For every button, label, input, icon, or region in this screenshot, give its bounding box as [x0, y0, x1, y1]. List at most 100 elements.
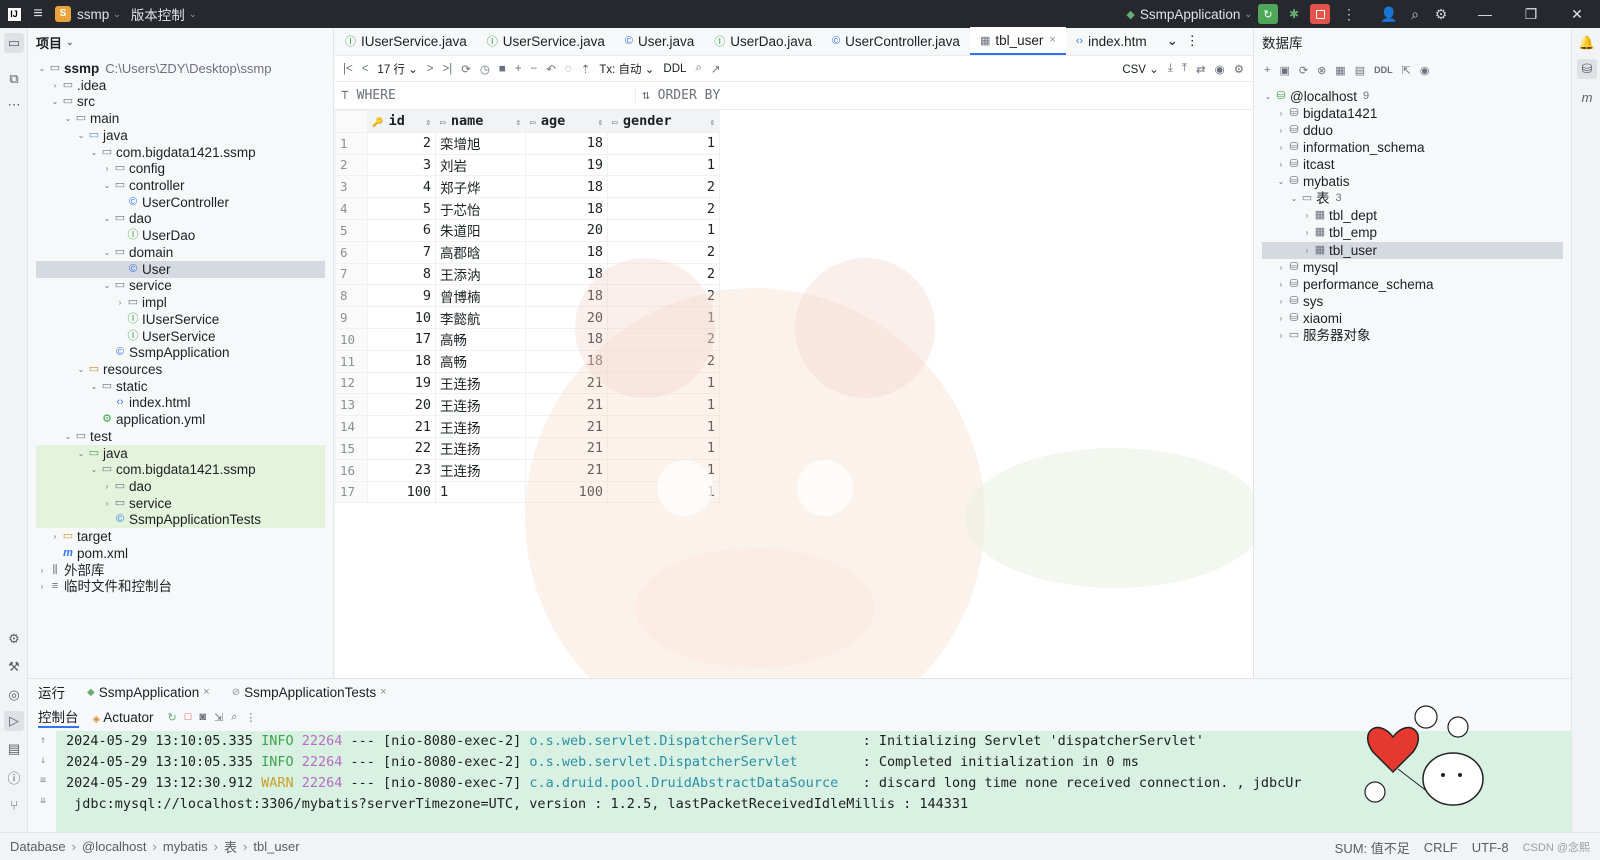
cell-id[interactable]: 17 — [367, 327, 436, 351]
table-row[interactable]: 3 4 郑子烨 18 2 — [335, 175, 720, 199]
cell-id[interactable]: 7 — [367, 240, 436, 264]
tree-node[interactable]: ⌄ ▭ com.bigdata1421.ssmp — [36, 461, 325, 479]
cell-age[interactable]: 18 — [525, 262, 608, 286]
cell-age[interactable]: 21 — [525, 458, 608, 482]
build-tool-icon[interactable]: ⚒ — [4, 657, 24, 677]
vcs-menu[interactable]: 版本控制 ⌄ — [131, 4, 197, 24]
database-tool-icon[interactable]: ⛁ — [1577, 59, 1597, 79]
cell-id[interactable]: 6 — [367, 218, 436, 242]
run-tab-ssmp-application-tests[interactable]: ⊘ SsmpApplicationTests × — [232, 685, 387, 700]
submit-icon[interactable]: ⇡ — [581, 62, 591, 76]
chevron-icon[interactable]: › — [1301, 242, 1313, 259]
table-row[interactable]: 1 2 栾增旭 18 1 — [335, 131, 720, 155]
chevron-icon[interactable]: ⌄ — [88, 378, 100, 395]
cell-name[interactable]: 朱道阳 — [435, 218, 526, 242]
editor-tab[interactable]: Ⓘ UserService.java — [477, 27, 615, 55]
cell-age[interactable]: 21 — [525, 415, 608, 438]
db-tree-node[interactable]: › ⛁ itcast — [1262, 156, 1563, 173]
table-row[interactable]: 12 19 王连扬 21 1 — [335, 371, 720, 395]
tree-node[interactable]: ⌄ ▭ service — [36, 277, 325, 294]
cell-gender[interactable]: 1 — [607, 436, 720, 460]
cell-id[interactable]: 9 — [367, 284, 436, 308]
db-tree-node[interactable]: › ▦ tbl_user — [1262, 241, 1563, 259]
db-view-icon[interactable]: ◉ — [1420, 64, 1430, 77]
cell-gender[interactable]: 1 — [607, 393, 720, 417]
close-icon[interactable]: × — [203, 686, 209, 698]
cell-gender[interactable]: 1 — [607, 218, 720, 242]
db-tree-node[interactable]: › ▭ 服务器对象 — [1262, 327, 1563, 344]
view-icon[interactable]: ◉ — [1215, 62, 1225, 76]
breadcrumb-item[interactable]: Database — [10, 839, 66, 854]
debug-button[interactable]: ✱ — [1284, 4, 1304, 24]
editor-tab[interactable]: Ⓘ UserDao.java — [704, 27, 822, 55]
table-row[interactable]: 10 17 高畅 18 2 — [335, 327, 720, 351]
cell-age[interactable]: 18 — [525, 197, 608, 220]
breadcrumb-item[interactable]: @localhost — [82, 839, 147, 854]
chevron-icon[interactable]: ⌄ — [62, 428, 74, 445]
chevron-icon[interactable]: › — [101, 160, 113, 177]
chevron-icon[interactable]: › — [49, 77, 61, 94]
cell-id[interactable]: 4 — [367, 175, 436, 199]
table-row[interactable]: 2 3 刘岩 19 1 — [335, 153, 720, 177]
tree-node[interactable]: ⌄ ▭ com.bigdata1421.ssmp — [36, 144, 325, 161]
console-tab[interactable]: 控制台 — [38, 706, 79, 728]
db-tree-node[interactable]: ⌄ ⛁ @localhost 9 — [1262, 88, 1563, 105]
db-tree-node[interactable]: › ⛁ bigdata1421 — [1262, 105, 1563, 122]
db-tree-node[interactable]: › ⛁ performance_schema — [1262, 276, 1563, 293]
cell-age[interactable]: 18 — [525, 131, 608, 155]
cell-name[interactable]: 王连扬 — [435, 458, 526, 482]
stop-button[interactable] — [1310, 4, 1330, 24]
restore-layout-icon[interactable]: ⇲ — [214, 711, 223, 724]
db-tree-node[interactable]: › ⛁ dduo — [1262, 122, 1563, 139]
tree-node[interactable]: © SsmpApplicationTests — [36, 511, 325, 529]
cell-age[interactable]: 20 — [525, 218, 608, 242]
chevron-icon[interactable]: › — [1275, 310, 1287, 327]
chart-icon[interactable]: ↗ — [711, 62, 721, 76]
cell-name[interactable]: 李懿航 — [435, 306, 526, 329]
tree-node[interactable]: › ▭ service — [36, 494, 325, 512]
chevron-icon[interactable]: ⌄ — [101, 177, 113, 194]
chevron-icon[interactable]: › — [101, 495, 113, 512]
tree-node[interactable]: ⌄ ▭ java — [36, 444, 325, 462]
cell-gender[interactable]: 2 — [607, 262, 720, 286]
table-row[interactable]: 15 22 王连扬 21 1 — [335, 436, 720, 460]
chevron-icon[interactable]: ⌄ — [88, 144, 100, 161]
settings-gear-icon[interactable]: ⚙ — [1428, 6, 1454, 23]
chevron-icon[interactable]: ⌄ — [1262, 88, 1274, 105]
cell-age[interactable]: 21 — [525, 436, 608, 460]
cell-gender[interactable]: 2 — [607, 284, 720, 308]
run-tool-icon[interactable]: ◎ — [4, 685, 24, 705]
db-refresh-icon[interactable]: ⟳ — [1299, 64, 1308, 77]
restore-button[interactable]: ❐ — [1508, 6, 1554, 23]
table-row[interactable]: 14 21 王连扬 21 1 — [335, 415, 720, 438]
problems-tool-icon[interactable]: ⓘ — [4, 767, 24, 787]
run-active-icon[interactable]: ▷ — [4, 711, 24, 731]
chevron-icon[interactable]: ⌄ — [1288, 190, 1300, 207]
chevron-icon[interactable]: › — [1275, 259, 1287, 276]
close-icon[interactable]: × — [1049, 34, 1055, 46]
project-tool-icon[interactable]: ▭ — [4, 33, 24, 53]
cell-name[interactable]: 高畅 — [435, 349, 526, 373]
cell-age[interactable]: 19 — [525, 153, 608, 177]
camera-icon[interactable]: ◙ — [199, 711, 206, 723]
chevron-icon[interactable]: › — [101, 478, 113, 495]
order-by-filter[interactable]: ⇅ ORDER BY — [635, 88, 720, 103]
grid-settings-icon[interactable]: ⚙ — [1234, 62, 1244, 76]
tree-node[interactable]: › ▭ .idea — [36, 77, 325, 94]
run-config-selector[interactable]: ◆ SsmpApplication ⌄ — [1126, 7, 1252, 22]
tree-node[interactable]: › ▭ config — [36, 160, 325, 177]
cell-age[interactable]: 21 — [525, 393, 608, 417]
revert-icon[interactable]: ↶ — [546, 62, 556, 76]
db-tree-node[interactable]: › ⛁ sys — [1262, 293, 1563, 310]
tree-node[interactable]: ⌄ ▭ java — [36, 127, 325, 144]
editor-tab[interactable]: ▦ tbl_user × — [969, 27, 1066, 55]
tx-mode-selector[interactable]: Tx: 自动 ⌄ — [599, 61, 654, 77]
search-icon[interactable]: ⌕ — [1402, 6, 1428, 23]
tree-node[interactable]: ⌄ ▭ test — [36, 428, 325, 445]
ddl-button[interactable]: DDL — [663, 63, 686, 75]
tree-node[interactable]: › ≡ 临时文件和控制台 — [36, 578, 325, 595]
chevron-icon[interactable]: ⌄ — [88, 461, 100, 478]
rerun-icon[interactable]: ↻ — [168, 711, 177, 724]
tree-node[interactable]: › ⫼ 外部库 — [36, 562, 325, 579]
cell-id[interactable]: 22 — [367, 436, 436, 460]
